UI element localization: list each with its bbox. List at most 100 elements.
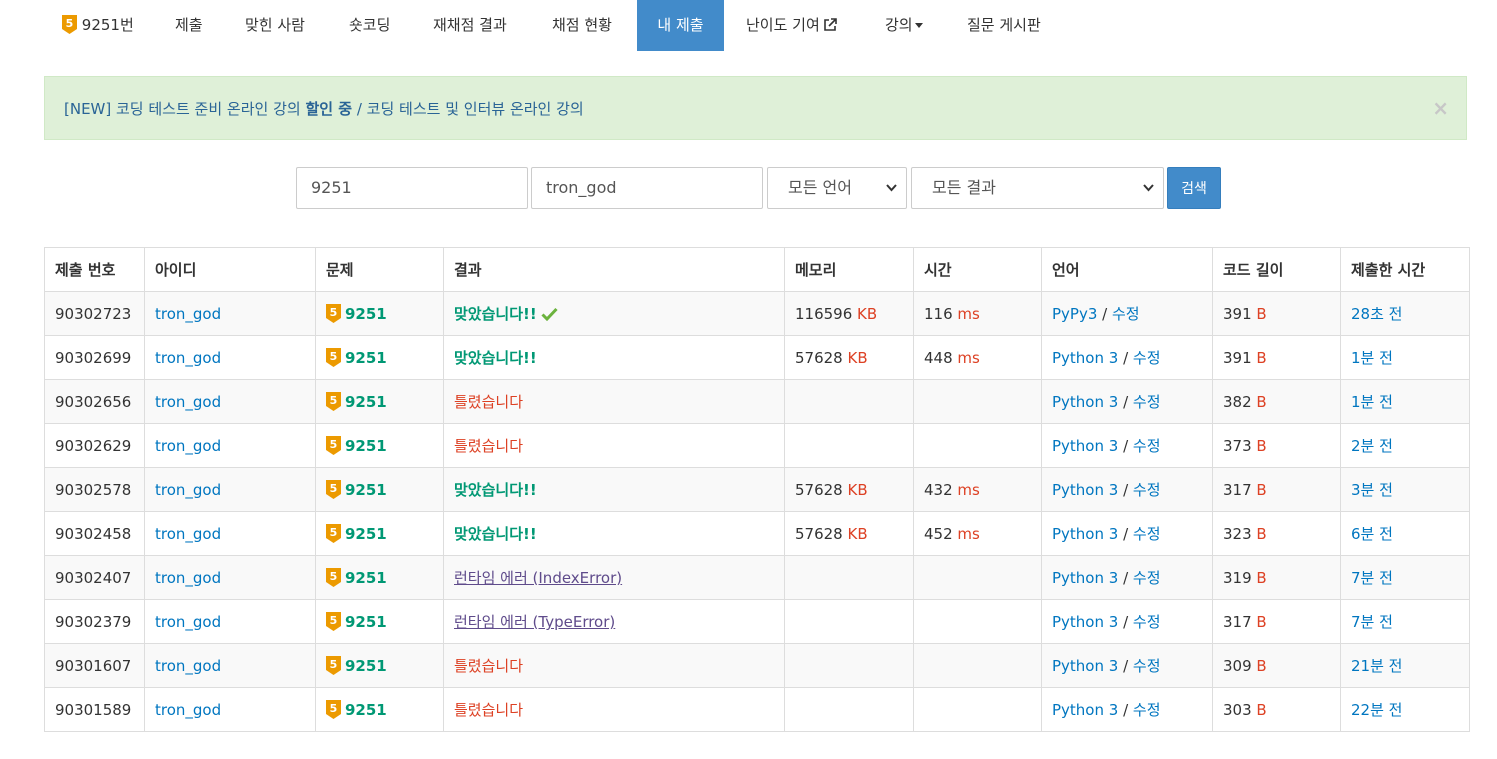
user-link[interactable]: tron_god	[155, 393, 221, 411]
submitted-time-link[interactable]: 2분 전	[1351, 437, 1393, 455]
result-text: 맞았습니다!!	[454, 349, 537, 367]
result-select[interactable]: 모든 결과	[911, 167, 1164, 209]
memory-unit: KB	[847, 480, 868, 499]
user-link[interactable]: tron_god	[155, 525, 221, 543]
submitted-time-link[interactable]: 28초 전	[1351, 305, 1402, 323]
language-link[interactable]: Python 3	[1052, 437, 1118, 455]
user-link[interactable]: tron_god	[155, 437, 221, 455]
result-text[interactable]: 런타임 에러 (IndexError)	[454, 569, 622, 587]
language-link[interactable]: Python 3	[1052, 349, 1118, 367]
close-icon[interactable]: ×	[1432, 77, 1449, 139]
table-row: 90302656 tron_god 5 9251 틀렸습니다 Python 3 / 수정 3…	[44, 379, 1470, 424]
edit-link[interactable]: 수정	[1133, 525, 1161, 543]
user-link[interactable]: tron_god	[155, 569, 221, 587]
language-link[interactable]: Python 3	[1052, 393, 1118, 411]
language-link[interactable]: PyPy3	[1052, 305, 1097, 323]
memory-unit: KB	[857, 304, 878, 323]
user-link[interactable]: tron_god	[155, 657, 221, 675]
code-length-value: 391	[1223, 348, 1252, 367]
result-text: 틀렸습니다	[454, 393, 524, 411]
svg-text:5: 5	[330, 306, 338, 319]
problem-link[interactable]: 5 9251	[326, 700, 387, 719]
problem-id-input[interactable]: 9251	[296, 167, 528, 209]
problem-link[interactable]: 5 9251	[326, 656, 387, 675]
problem-link[interactable]: 5 9251	[326, 524, 387, 543]
edit-link[interactable]: 수정	[1133, 481, 1161, 499]
user-link[interactable]: tron_god	[155, 305, 221, 323]
result-text[interactable]: 런타임 에러 (TypeError)	[454, 613, 615, 631]
user-link[interactable]: tron_god	[155, 481, 221, 499]
memory-value: 57628	[795, 524, 843, 543]
header-memory: 메모리	[784, 247, 914, 292]
problem-link[interactable]: 5 9251	[326, 348, 387, 367]
user-link[interactable]: tron_god	[155, 349, 221, 367]
submission-id: 90302379	[44, 599, 145, 644]
user-link[interactable]: tron_god	[155, 613, 221, 631]
nav-problem-title[interactable]: 5 9251번	[62, 0, 134, 51]
user-link[interactable]: tron_god	[155, 701, 221, 719]
tier-badge-icon: 5	[326, 392, 341, 411]
nav-question-board[interactable]: 질문 게시판	[967, 0, 1041, 51]
nav-rejudge-results[interactable]: 재채점 결과	[433, 0, 507, 51]
caret-down-icon	[914, 23, 923, 28]
edit-link[interactable]: 수정	[1133, 701, 1161, 719]
table-row: 90302407 tron_god 5 9251 런타임 에러 (IndexError)…	[44, 555, 1470, 600]
nav-short-coding[interactable]: 숏코딩	[349, 0, 390, 51]
submitted-time-link[interactable]: 7분 전	[1351, 613, 1393, 631]
problem-link[interactable]: 5 9251	[326, 304, 387, 323]
problem-link[interactable]: 5 9251	[326, 392, 387, 411]
memory-value: 57628	[795, 348, 843, 367]
submitted-time-link[interactable]: 22분 전	[1351, 701, 1402, 719]
submission-id: 90301607	[44, 643, 145, 688]
header-submission-id: 제출 번호	[44, 247, 145, 292]
nav-difficulty-contribution[interactable]: 난이도 기여	[746, 0, 837, 51]
edit-link[interactable]: 수정	[1133, 393, 1161, 411]
memory-unit: KB	[847, 524, 868, 543]
edit-link[interactable]: 수정	[1133, 349, 1161, 367]
problem-id: 9251	[345, 349, 387, 367]
nav-judge-status[interactable]: 채점 현황	[552, 0, 612, 51]
nav-lectures[interactable]: 강의	[885, 0, 923, 51]
edit-link[interactable]: 수정	[1133, 569, 1161, 587]
language-link[interactable]: Python 3	[1052, 481, 1118, 499]
nav-difficulty-label: 난이도 기여	[746, 16, 820, 34]
submitted-time-link[interactable]: 1분 전	[1351, 349, 1393, 367]
submitted-time-link[interactable]: 6분 전	[1351, 525, 1393, 543]
edit-link[interactable]: 수정	[1133, 657, 1161, 675]
time-unit: ms	[957, 524, 980, 543]
code-length-value: 303	[1223, 700, 1252, 719]
submitted-time-link[interactable]: 1분 전	[1351, 393, 1393, 411]
promo-alert: [NEW] 코딩 테스트 준비 온라인 강의 할인 중 / 코딩 테스트 및 인…	[44, 76, 1467, 140]
submitted-time-link[interactable]: 21분 전	[1351, 657, 1402, 675]
problem-link[interactable]: 5 9251	[326, 612, 387, 631]
code-length-value: 319	[1223, 568, 1252, 587]
edit-link[interactable]: 수정	[1112, 305, 1140, 323]
problem-link[interactable]: 5 9251	[326, 480, 387, 499]
language-link[interactable]: Python 3	[1052, 525, 1118, 543]
search-button[interactable]: 검색	[1167, 167, 1221, 209]
language-link[interactable]: Python 3	[1052, 613, 1118, 631]
language-select[interactable]: 모든 언어	[767, 167, 907, 209]
edit-link[interactable]: 수정	[1133, 437, 1161, 455]
separator: /	[1118, 701, 1133, 719]
svg-text:5: 5	[330, 570, 338, 583]
submission-id: 90302458	[44, 511, 145, 556]
promo-alert-text[interactable]: [NEW] 코딩 테스트 준비 온라인 강의 할인 중 / 코딩 테스트 및 인…	[64, 77, 584, 141]
submitted-time-link[interactable]: 3분 전	[1351, 481, 1393, 499]
problem-link[interactable]: 5 9251	[326, 436, 387, 455]
submitted-time-link[interactable]: 7분 전	[1351, 569, 1393, 587]
language-link[interactable]: Python 3	[1052, 701, 1118, 719]
nav-submit[interactable]: 제출	[175, 0, 203, 51]
nav-my-submissions[interactable]: 내 제출	[637, 0, 724, 51]
submission-id: 90302407	[44, 555, 145, 600]
header-code-length: 코드 길이	[1212, 247, 1341, 292]
language-link[interactable]: Python 3	[1052, 657, 1118, 675]
edit-link[interactable]: 수정	[1133, 613, 1161, 631]
time-value: 452	[924, 524, 953, 543]
language-link[interactable]: Python 3	[1052, 569, 1118, 587]
user-id-input[interactable]: tron_god	[531, 167, 763, 209]
code-length-unit: B	[1256, 436, 1267, 455]
nav-solved-users[interactable]: 맞힌 사람	[245, 0, 305, 51]
svg-text:5: 5	[330, 482, 338, 495]
problem-link[interactable]: 5 9251	[326, 568, 387, 587]
